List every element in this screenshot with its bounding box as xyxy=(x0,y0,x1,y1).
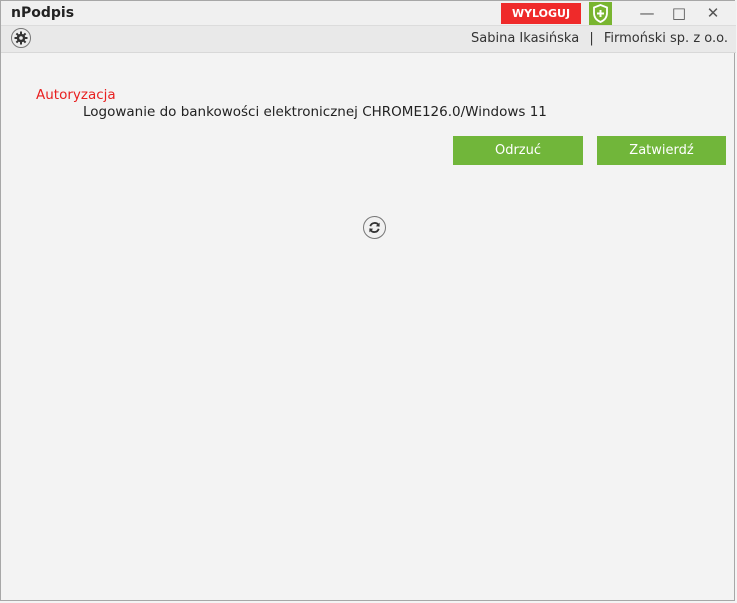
security-shield-icon[interactable] xyxy=(589,2,612,25)
settings-gear-icon[interactable] xyxy=(11,28,31,48)
close-button[interactable]: ✕ xyxy=(700,3,726,23)
logout-button[interactable]: WYLOGUJ xyxy=(501,3,581,24)
reject-button[interactable]: Odrzuć xyxy=(453,136,583,165)
maximize-button[interactable]: □ xyxy=(666,3,692,23)
app-window: nPodpis WYLOGUJ — □ ✕ Sabina Ikasińska |… xyxy=(0,0,736,601)
app-title: nPodpis xyxy=(11,5,75,21)
title-bar: nPodpis WYLOGUJ — □ ✕ xyxy=(1,1,736,26)
user-name: Sabina Ikasińska xyxy=(471,31,580,46)
confirm-button[interactable]: Zatwierdź xyxy=(597,136,726,165)
refresh-icon[interactable] xyxy=(363,216,386,239)
separator: | xyxy=(589,31,594,46)
user-info: Sabina Ikasińska | Firmoński sp. z o.o. xyxy=(471,31,728,46)
authorization-title: Autoryzacja xyxy=(36,87,116,103)
authorization-description: Logowanie do bankowości elektronicznej C… xyxy=(83,104,547,120)
account-bar: Sabina Ikasińska | Firmoński sp. z o.o. xyxy=(1,26,736,53)
company-name: Firmoński sp. z o.o. xyxy=(603,31,728,46)
minimize-button[interactable]: — xyxy=(634,3,660,23)
